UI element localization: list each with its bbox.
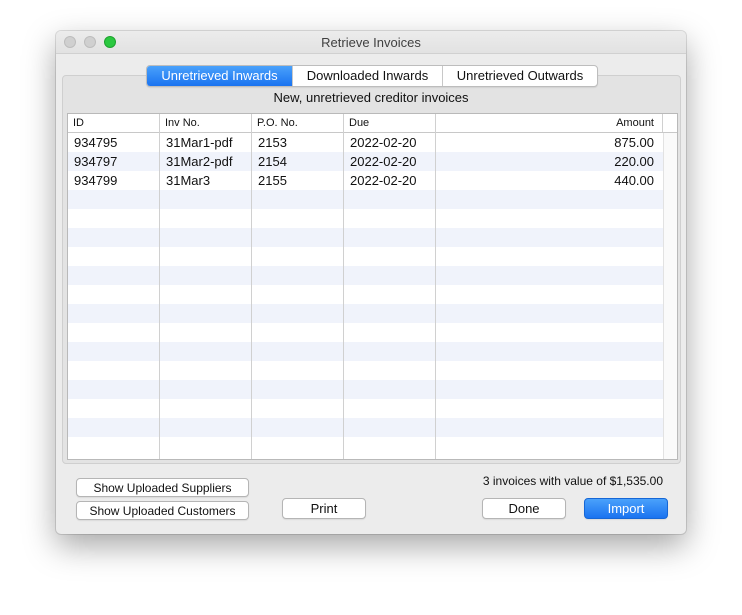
done-button[interactable]: Done (482, 498, 566, 519)
cell-po-no: 2153 (258, 135, 287, 150)
invoice-summary: 3 invoices with value of $1,535.00 (482, 474, 663, 488)
table-row[interactable]: 934797 31Mar2-pdf 2154 2022-02-20 220.00 (68, 152, 663, 171)
cell-inv-no: 31Mar2-pdf (166, 154, 233, 169)
table-scrollbar[interactable] (663, 133, 677, 459)
empty-row (68, 247, 663, 266)
cell-id: 934797 (74, 154, 118, 169)
table-row[interactable]: 934799 31Mar3 2155 2022-02-20 440.00 (68, 171, 663, 190)
zoom-icon[interactable] (104, 36, 116, 48)
empty-row (68, 361, 663, 380)
cell-id: 934799 (74, 173, 118, 188)
empty-row (68, 323, 663, 342)
cell-amount: 875.00 (614, 135, 654, 150)
retrieve-invoices-window: Retrieve Invoices Unretrieved Inwards Do… (56, 31, 686, 534)
empty-row (68, 437, 663, 456)
show-uploaded-customers-button[interactable]: Show Uploaded Customers (76, 501, 249, 520)
cell-due: 2022-02-20 (350, 135, 417, 150)
close-icon[interactable] (64, 36, 76, 48)
column-divider (343, 114, 344, 459)
column-divider (435, 114, 436, 459)
empty-row (68, 304, 663, 323)
empty-row (68, 228, 663, 247)
column-header-due[interactable]: Due (344, 114, 436, 132)
show-uploaded-suppliers-button[interactable]: Show Uploaded Suppliers (76, 478, 249, 497)
cell-inv-no: 31Mar1-pdf (166, 135, 233, 150)
column-divider (159, 114, 160, 459)
panel-subtitle: New, unretrieved creditor invoices (273, 90, 469, 105)
cell-po-no: 2154 (258, 154, 287, 169)
column-divider (251, 114, 252, 459)
cell-amount: 220.00 (614, 154, 654, 169)
tab-unretrieved-outwards[interactable]: Unretrieved Outwards (443, 66, 597, 86)
column-header-amount[interactable]: Amount (436, 114, 663, 132)
empty-row (68, 190, 663, 209)
cell-po-no: 2155 (258, 173, 287, 188)
tab-downloaded-inwards[interactable]: Downloaded Inwards (293, 66, 443, 86)
column-header-po-no[interactable]: P.O. No. (252, 114, 344, 132)
empty-row (68, 266, 663, 285)
cell-id: 934795 (74, 135, 118, 150)
title-bar[interactable]: Retrieve Invoices (56, 31, 686, 54)
print-button[interactable]: Print (282, 498, 366, 519)
import-button[interactable]: Import (584, 498, 668, 519)
cell-due: 2022-02-20 (350, 173, 417, 188)
cell-amount: 440.00 (614, 173, 654, 188)
invoice-table[interactable]: ID Inv No. P.O. No. Due Amount 934795 31… (67, 113, 678, 460)
column-header-inv-no[interactable]: Inv No. (160, 114, 252, 132)
cell-due: 2022-02-20 (350, 154, 417, 169)
table-row[interactable]: 934795 31Mar1-pdf 2153 2022-02-20 875.00 (68, 133, 663, 152)
empty-row (68, 399, 663, 418)
minimize-icon[interactable] (84, 36, 96, 48)
tab-unretrieved-inwards[interactable]: Unretrieved Inwards (147, 66, 293, 86)
empty-row (68, 380, 663, 399)
window-title: Retrieve Invoices (321, 35, 421, 50)
cell-inv-no: 31Mar3 (166, 173, 211, 188)
column-header-id[interactable]: ID (68, 114, 160, 132)
empty-row (68, 418, 663, 437)
empty-row (68, 285, 663, 304)
empty-row (68, 209, 663, 228)
empty-row (68, 342, 663, 361)
tab-bar: Unretrieved Inwards Downloaded Inwards U… (146, 65, 598, 87)
